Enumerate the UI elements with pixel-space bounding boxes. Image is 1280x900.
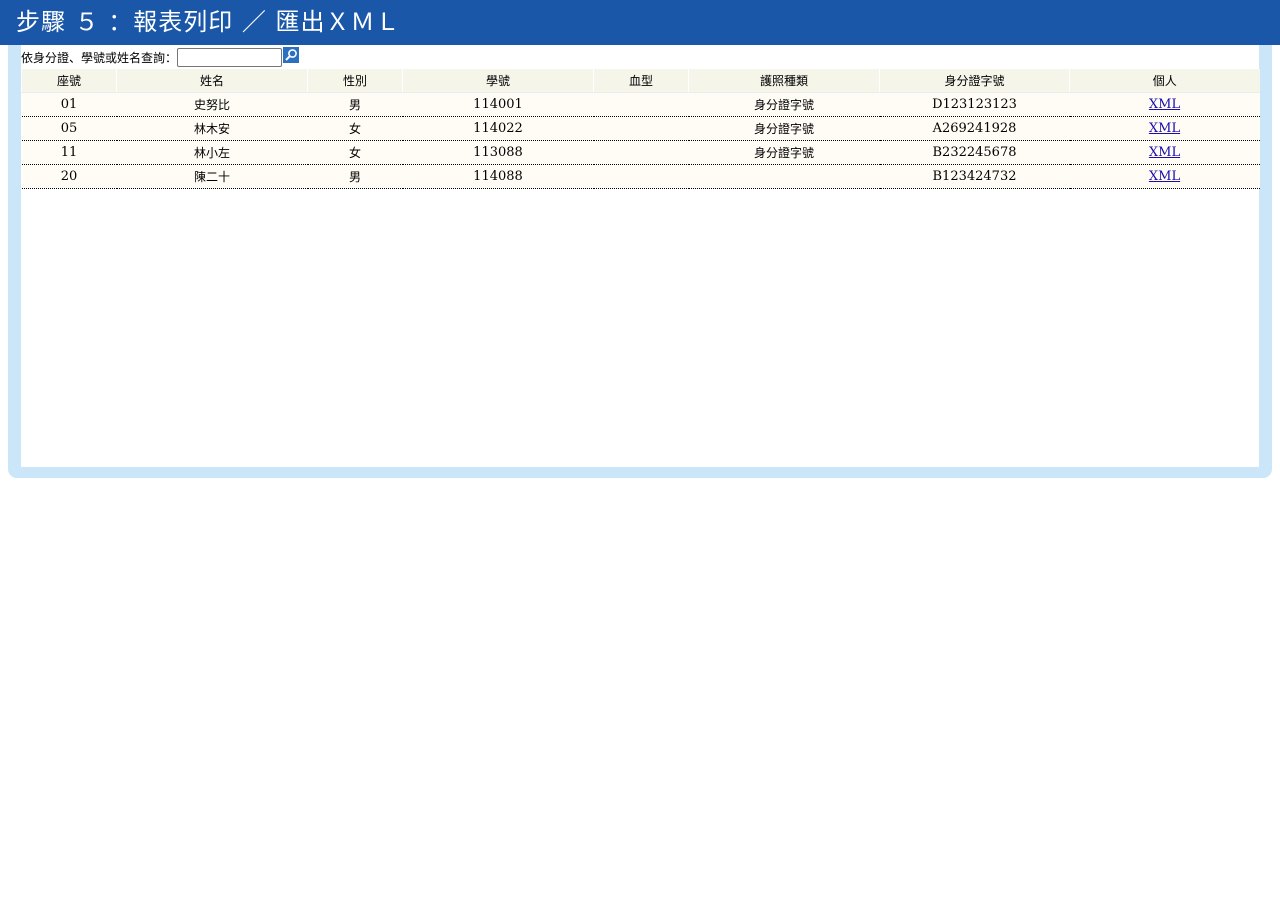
cell-personal: XML xyxy=(1069,92,1260,117)
search-label: 依身分證、學號或姓名查詢： xyxy=(21,50,178,65)
cell-student-id: 114001 xyxy=(402,92,594,117)
page-title: 步驟 ５ ：報表列印 ／ 匯出ＸＭＬ xyxy=(16,8,401,36)
cell-name: 史努比 xyxy=(116,92,308,117)
cell-blood-type xyxy=(593,92,689,117)
cell-gender: 男 xyxy=(307,92,403,117)
table-row: 01 史努比 男 114001 身分證字號 D123123123 XML xyxy=(21,92,1260,117)
cell-seat: 01 xyxy=(21,92,117,117)
cell-id-number: A269241928 xyxy=(879,116,1070,141)
cell-personal: XML xyxy=(1069,116,1260,141)
cell-passport-type xyxy=(688,164,880,189)
cell-id-number: B232245678 xyxy=(879,140,1070,165)
table-row: 20 陳二十 男 114088 B123424732 XML xyxy=(21,164,1260,189)
column-header-seat: 座號 xyxy=(21,69,117,93)
cell-student-id: 114022 xyxy=(402,116,594,141)
search-input[interactable] xyxy=(177,47,283,67)
cell-blood-type xyxy=(593,116,689,141)
xml-link[interactable]: XML xyxy=(1149,121,1180,136)
table-row: 11 林小左 女 113088 身分證字號 B232245678 XML xyxy=(21,140,1260,165)
cell-passport-type: 身分證字號 xyxy=(688,140,880,165)
column-header-personal: 個人 xyxy=(1069,69,1260,93)
cell-seat: 11 xyxy=(21,140,117,165)
cell-student-id: 114088 xyxy=(402,164,594,189)
content-panel: 依身分證、學號或姓名查詢： 座號 姓名 性別 學號 血型 護照種類 身分證字號 … xyxy=(21,45,1260,467)
cell-id-number: D123123123 xyxy=(879,92,1070,117)
cell-gender: 女 xyxy=(307,116,403,141)
column-header-name: 姓名 xyxy=(116,69,308,93)
cell-seat: 20 xyxy=(21,164,117,189)
cell-personal: XML xyxy=(1069,164,1260,189)
cell-name: 林木安 xyxy=(116,116,308,141)
xml-link[interactable]: XML xyxy=(1149,169,1180,184)
cell-gender: 女 xyxy=(307,140,403,165)
cell-blood-type xyxy=(593,164,689,189)
column-header-passport-type: 護照種類 xyxy=(688,69,880,93)
column-header-gender: 性別 xyxy=(307,69,403,93)
search-bar: 依身分證、學號或姓名查詢： xyxy=(21,45,300,69)
column-header-student-id: 學號 xyxy=(402,69,594,93)
cell-student-id: 113088 xyxy=(402,140,594,165)
cell-passport-type: 身分證字號 xyxy=(688,92,880,117)
cell-name: 陳二十 xyxy=(116,164,308,189)
cell-gender: 男 xyxy=(307,164,403,189)
table-header-row: 座號 姓名 性別 學號 血型 護照種類 身分證字號 個人 xyxy=(21,69,1260,93)
cell-personal: XML xyxy=(1069,140,1260,165)
cell-name: 林小左 xyxy=(116,140,308,165)
table-row: 05 林木安 女 114022 身分證字號 A269241928 XML xyxy=(21,116,1260,141)
column-header-id-number: 身分證字號 xyxy=(879,69,1070,93)
xml-link[interactable]: XML xyxy=(1149,97,1180,112)
cell-id-number: B123424732 xyxy=(879,164,1070,189)
cell-passport-type: 身分證字號 xyxy=(688,116,880,141)
cell-seat: 05 xyxy=(21,116,117,141)
column-header-blood-type: 血型 xyxy=(593,69,689,93)
search-button[interactable] xyxy=(283,47,300,63)
student-table: 座號 姓名 性別 學號 血型 護照種類 身分證字號 個人 01 史努比 男 11… xyxy=(21,69,1260,189)
xml-link[interactable]: XML xyxy=(1149,145,1180,160)
page-header: 步驟 ５ ：報表列印 ／ 匯出ＸＭＬ xyxy=(0,0,1280,45)
cell-blood-type xyxy=(593,140,689,165)
